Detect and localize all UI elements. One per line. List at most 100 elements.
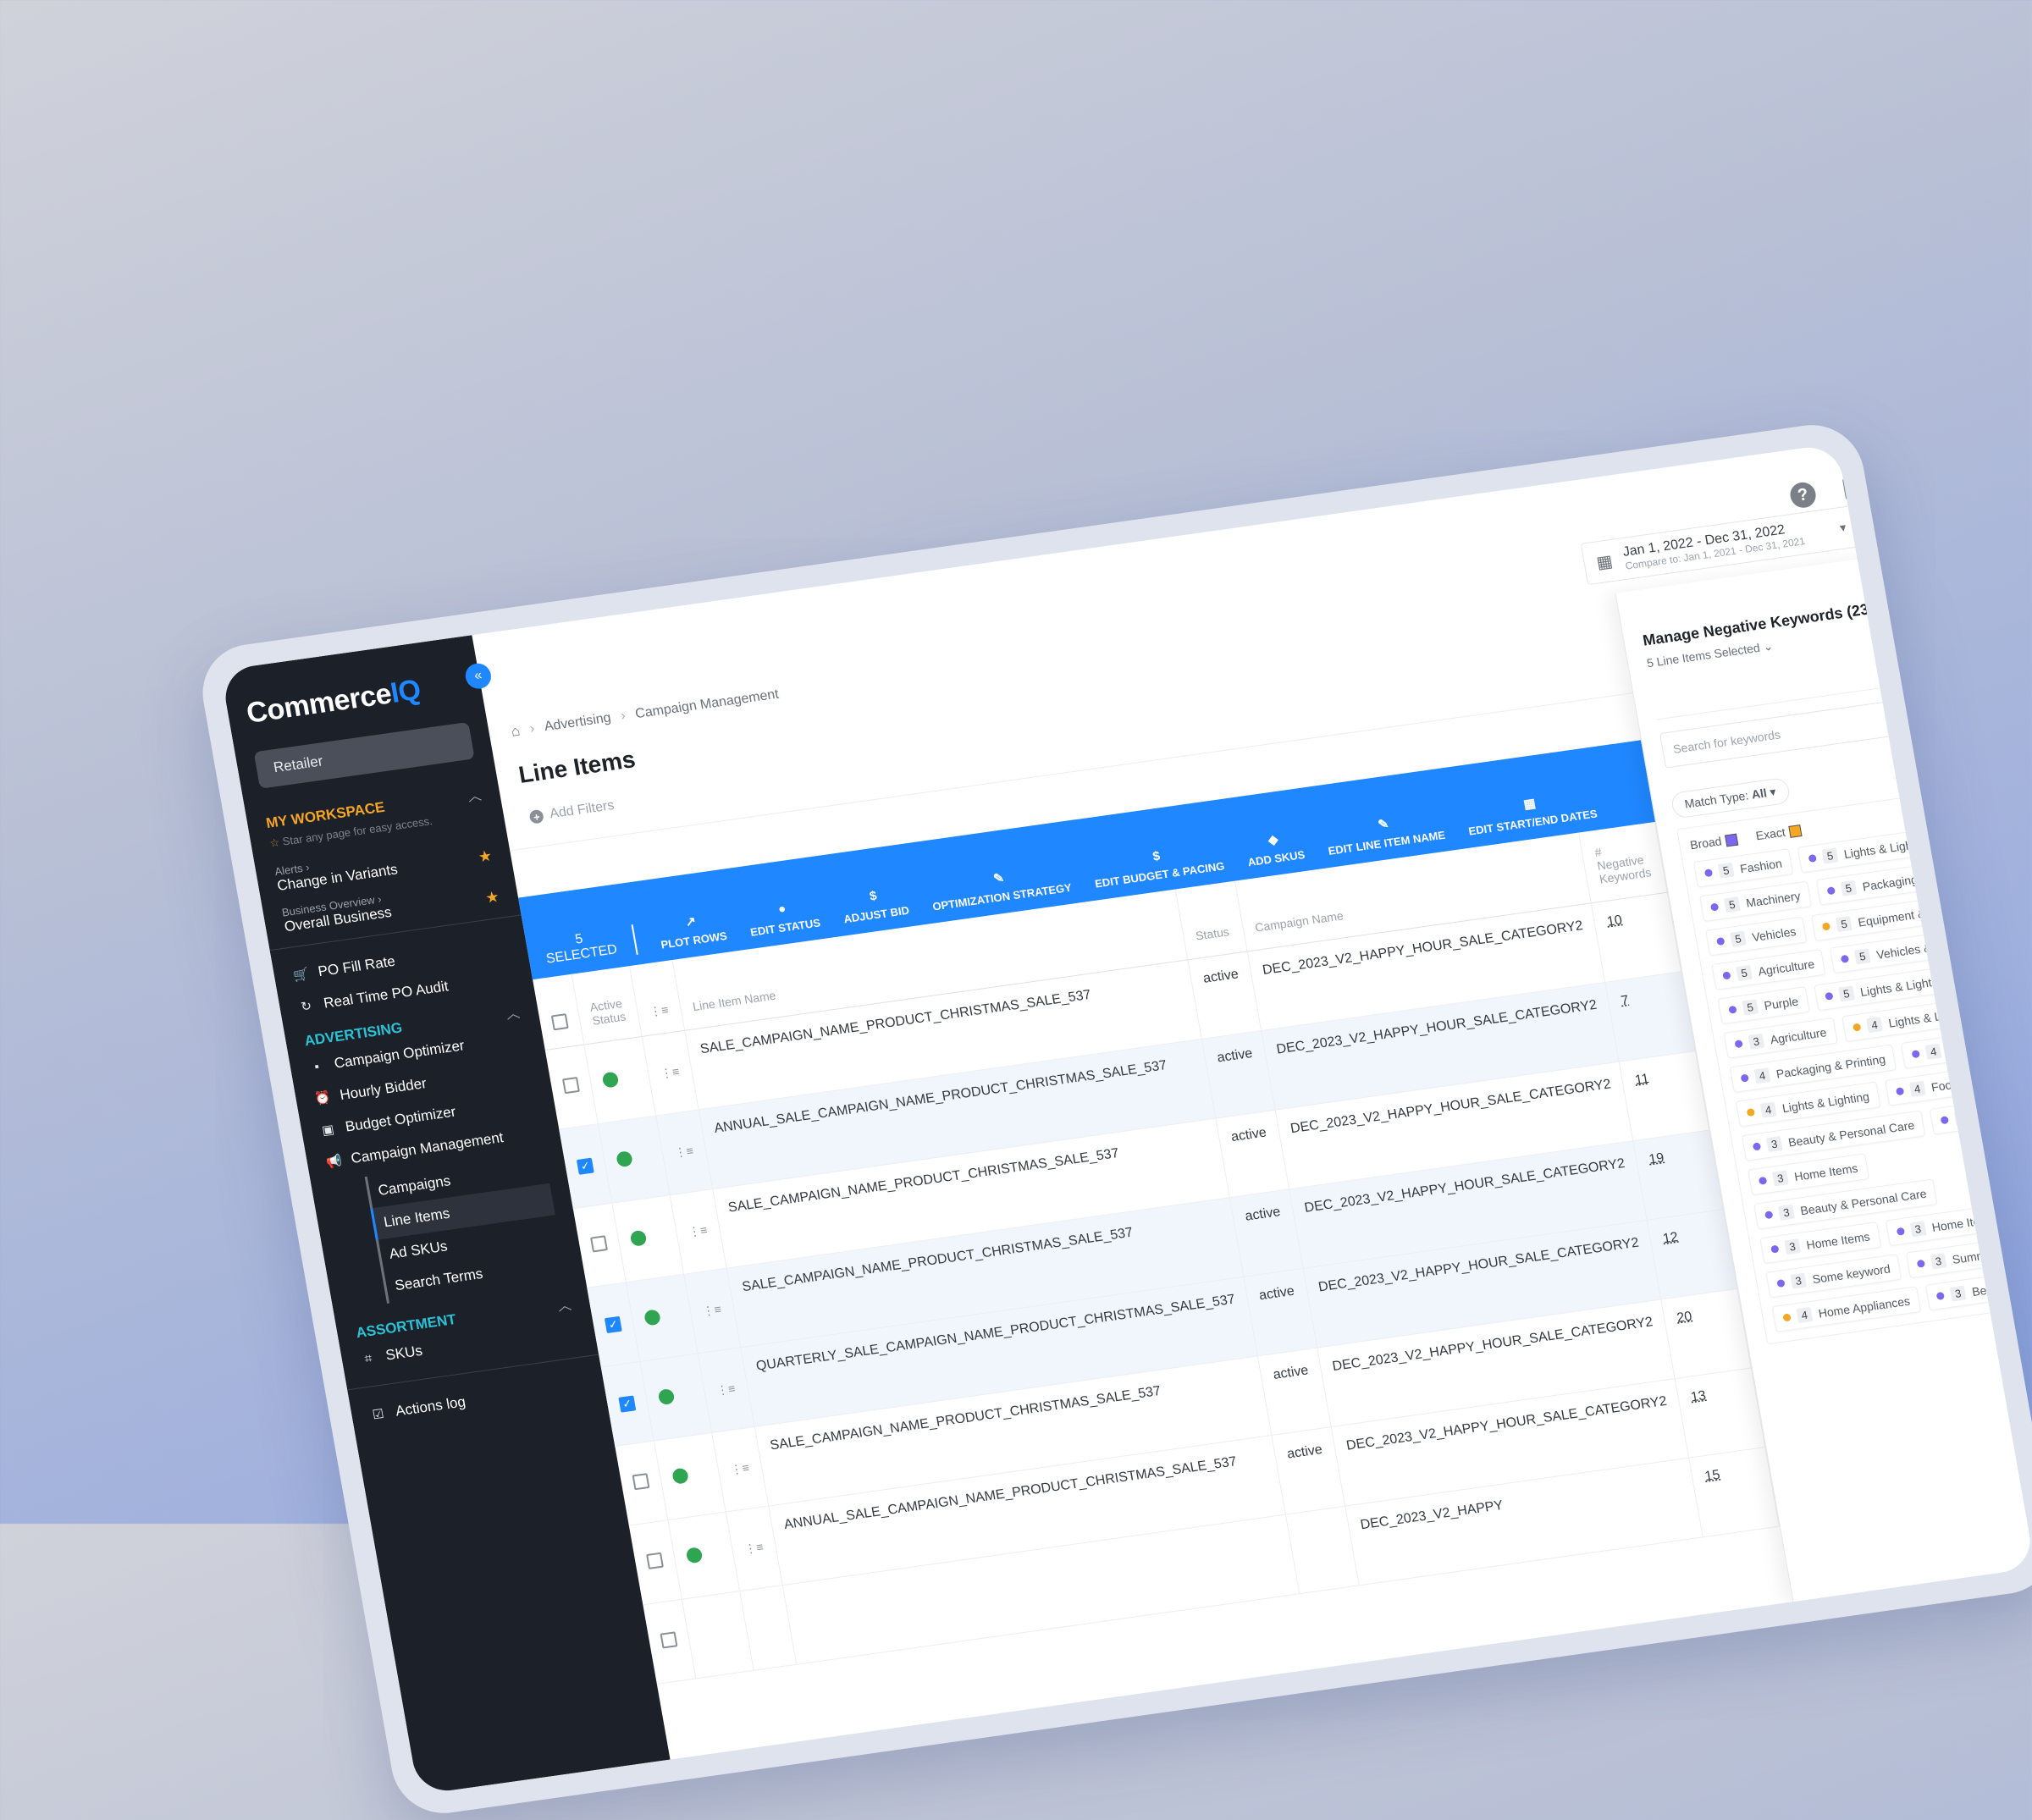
keyword-chip[interactable]: 3 Agriculture bbox=[1723, 1018, 1838, 1059]
match-type-label: Match Type: bbox=[1683, 788, 1750, 811]
action-adjust-bid[interactable]: $ ADJUST BID bbox=[839, 885, 910, 925]
trend-up-icon: ↗ bbox=[684, 913, 698, 930]
share-button[interactable]: ➦ bbox=[1873, 492, 1941, 546]
add-new-link[interactable]: Add New bbox=[1940, 731, 1992, 752]
help-icon[interactable]: ? bbox=[1787, 480, 1818, 510]
row-checkbox[interactable] bbox=[589, 1234, 608, 1252]
keyword-chip[interactable]: 3 Summer bbox=[1905, 1238, 2008, 1279]
active-status-dot bbox=[615, 1150, 633, 1167]
action-label: EDIT STATUS bbox=[749, 916, 822, 939]
column-settings-icon[interactable]: ⋮≡ bbox=[649, 1002, 670, 1018]
close-icon[interactable]: ✕ bbox=[1941, 545, 1963, 571]
negative-keywords-count[interactable]: 11 bbox=[1619, 1051, 1709, 1141]
keyword-label: Agriculture bbox=[1946, 1035, 2005, 1057]
match-type-dot bbox=[1821, 922, 1831, 931]
chevron-up-icon[interactable]: ︿ bbox=[466, 784, 483, 806]
active-status-dot bbox=[601, 1070, 620, 1089]
home-icon[interactable]: ⌂ bbox=[510, 723, 522, 741]
edit-link[interactable]: Edit bbox=[1904, 740, 1929, 756]
negative-keywords-count[interactable]: 20 bbox=[1661, 1288, 1752, 1379]
row-checkbox[interactable]: ✓ bbox=[576, 1157, 594, 1175]
negative-keywords-count[interactable]: 19 bbox=[1632, 1130, 1724, 1221]
row-options-icon[interactable]: ⋮≡ bbox=[673, 1144, 694, 1160]
row-checkbox[interactable] bbox=[632, 1472, 650, 1490]
app-screen: « CommerceIQ Retailer MY WORKSPACE ︿ ☆ S… bbox=[220, 443, 2032, 1795]
exact-swatch bbox=[1788, 825, 1803, 839]
keyword-label: Beauty & Personal Care bbox=[1786, 1117, 1916, 1150]
calendar-icon: ▦ bbox=[1594, 551, 1615, 572]
row-checkbox[interactable]: ✓ bbox=[618, 1395, 637, 1413]
keyword-chip[interactable]: 5 Purple bbox=[1717, 986, 1810, 1025]
nav-label: Hourly Bidder bbox=[338, 1075, 428, 1104]
row-options-icon[interactable]: ⋮≡ bbox=[715, 1382, 737, 1398]
keyword-label: Home Appliances bbox=[1817, 1293, 1912, 1321]
row-options-icon[interactable]: ⋮≡ bbox=[660, 1064, 681, 1080]
keyword-label: Packaging & Printing bbox=[1861, 864, 1973, 894]
keyword-chip[interactable]: 3 Beverages bbox=[1924, 1269, 2032, 1311]
action-add-skus[interactable]: ◆ ADD SKUS bbox=[1243, 828, 1306, 869]
chevron-up-icon[interactable]: ︿ bbox=[555, 1293, 572, 1315]
row-checkbox[interactable] bbox=[660, 1630, 678, 1649]
share-arrow-icon: ➦ bbox=[1897, 506, 1917, 531]
selected-count: 5 SELECTED bbox=[542, 924, 639, 968]
keyword-label: Food bbox=[1930, 1077, 1960, 1095]
negative-keywords-link: 12 bbox=[1661, 1230, 1680, 1247]
negative-keywords-count[interactable]: 10 bbox=[1591, 892, 1681, 983]
negative-keywords-count[interactable]: 7 bbox=[1604, 971, 1696, 1062]
retailer-selector[interactable]: Retailer bbox=[253, 721, 475, 789]
feedback-alert-icon[interactable]: ! bbox=[1842, 475, 1869, 500]
col-negative-keywords[interactable]: # Negative Keywords bbox=[1578, 821, 1668, 903]
keyword-chip[interactable]: 4 Agriculture bbox=[1900, 1028, 2016, 1069]
keyword-chip[interactable]: 5 Vehicles bbox=[1705, 917, 1808, 957]
active-status-dot bbox=[671, 1467, 689, 1485]
active-status-dot bbox=[685, 1546, 704, 1564]
row-checkbox[interactable] bbox=[645, 1552, 664, 1569]
row-options-icon[interactable]: ⋮≡ bbox=[687, 1223, 709, 1239]
keyword-chip[interactable]: 5 Machinery bbox=[1698, 880, 1812, 923]
action-optimization-strategy[interactable]: ✎ OPTIMIZATION STRATEGY bbox=[928, 861, 1073, 913]
caret-down-icon: ▼ bbox=[1836, 521, 1849, 535]
keyword-label: Hardware bbox=[1975, 1101, 2029, 1123]
action-label: ADD SKUS bbox=[1246, 847, 1306, 869]
select-all-checkbox[interactable] bbox=[550, 1013, 569, 1031]
action-edit-start-end-dates[interactable]: ▦ EDIT START/END DATES bbox=[1464, 787, 1598, 837]
keyword-count: 5 bbox=[1853, 948, 1871, 965]
keyword-label: Beverages bbox=[1970, 1277, 2029, 1299]
action-edit-budget-pacing[interactable]: $ EDIT BUDGET & PACING bbox=[1091, 841, 1225, 891]
action-edit-line-item-name[interactable]: ✎ EDIT LINE ITEM NAME bbox=[1323, 808, 1447, 858]
row-options-icon[interactable]: ⋮≡ bbox=[729, 1460, 750, 1476]
match-type-dot bbox=[1715, 937, 1726, 946]
star-filled-icon[interactable]: ★ bbox=[484, 888, 501, 907]
selected-number: 5 bbox=[573, 931, 584, 947]
action-edit-status[interactable]: ● EDIT STATUS bbox=[746, 897, 821, 939]
keyword-chip[interactable]: 5 Fashion bbox=[1692, 848, 1794, 888]
row-checkbox[interactable]: ✓ bbox=[604, 1315, 622, 1334]
keyword-label: Lights & Lighting bbox=[1887, 1004, 1977, 1030]
match-type-dot bbox=[1782, 1313, 1792, 1322]
negative-keywords-count[interactable]: 12 bbox=[1647, 1209, 1737, 1299]
row-checkbox[interactable] bbox=[561, 1076, 580, 1094]
keyword-label: Home Items bbox=[1930, 1211, 1996, 1234]
keyword-count: 3 bbox=[1784, 1238, 1802, 1255]
row-options-icon[interactable]: ⋮≡ bbox=[701, 1302, 722, 1318]
user-avatar[interactable]: NB bbox=[1893, 466, 1924, 495]
keyword-chip[interactable]: 5 Agriculture bbox=[1711, 949, 1826, 991]
keyword-chip[interactable]: 3 Home Items bbox=[1747, 1153, 1869, 1196]
chevron-up-icon[interactable]: ︿ bbox=[504, 1001, 521, 1023]
sidebar-item-actions-log[interactable]: ☑ Actions log bbox=[367, 1370, 588, 1431]
keyword-chip[interactable]: 3 Home Items bbox=[1885, 1204, 2007, 1247]
keyword-label: Lights & Lighting bbox=[1858, 973, 1949, 999]
keyword-chip[interactable]: 3 Home Items bbox=[1759, 1222, 1881, 1265]
row-options-icon[interactable]: ⋮≡ bbox=[743, 1540, 765, 1556]
star-filled-icon[interactable]: ★ bbox=[477, 847, 494, 867]
match-type-dot bbox=[1709, 902, 1720, 912]
keyword-chip[interactable]: 5 Lights & Lighting bbox=[1797, 827, 1943, 874]
keyword-count: 5 bbox=[1836, 916, 1853, 933]
keyword-count: 3 bbox=[1909, 1221, 1927, 1238]
action-plot-rows[interactable]: ↗ PLOT ROWS bbox=[656, 909, 728, 951]
separator: | bbox=[1931, 739, 1937, 753]
cart-icon: 🛒 bbox=[291, 967, 311, 984]
keyword-chip[interactable]: 4 Food bbox=[1884, 1069, 1970, 1107]
keyword-chip[interactable]: 3 Hardware bbox=[1930, 1094, 2032, 1135]
negative-keywords-count[interactable]: 13 bbox=[1675, 1367, 1765, 1459]
